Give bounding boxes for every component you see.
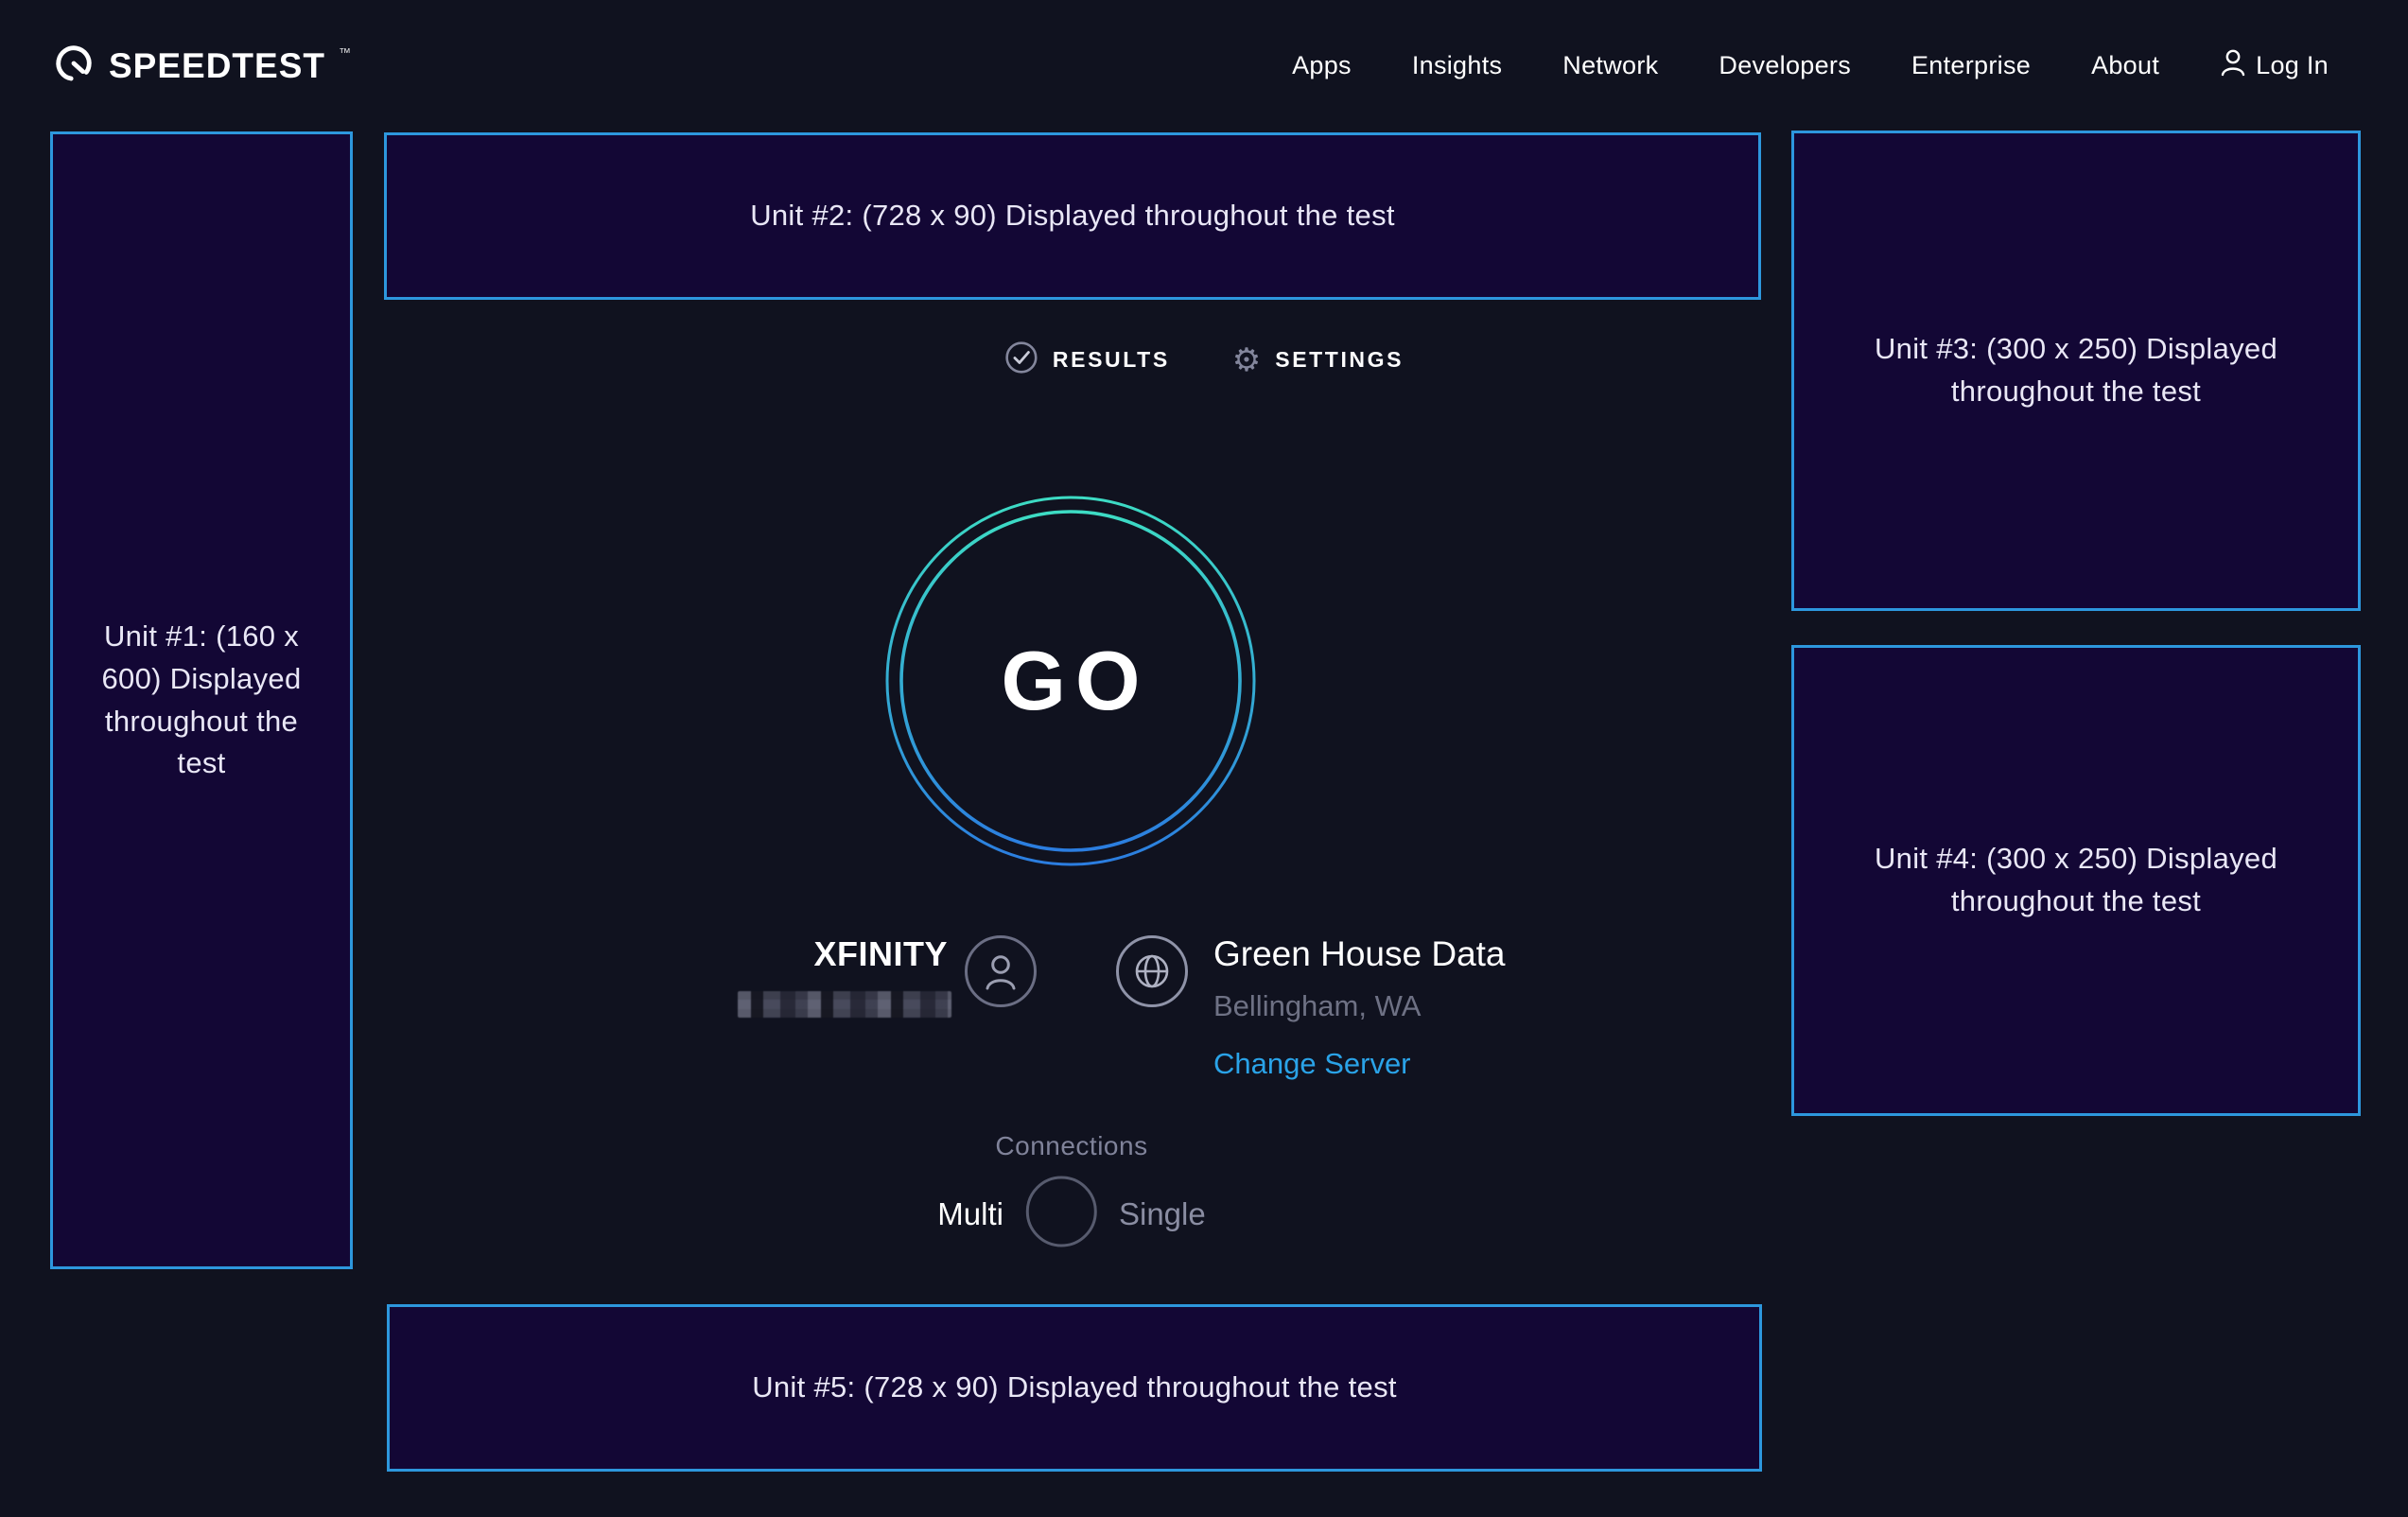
speedtest-logo[interactable]: SPEEDTEST ™ <box>52 42 351 90</box>
connections-multi-option[interactable]: Multi <box>937 1196 1003 1232</box>
connections-toggle-row: Multi Single <box>937 1175 1205 1253</box>
nav-menu: Apps Insights Network Developers Enterpr… <box>1292 47 2329 84</box>
globe-icon <box>1114 933 1190 1014</box>
check-circle-icon <box>1004 340 1038 379</box>
ad-unit-5[interactable]: Unit #5: (728 x 90) Displayed throughout… <box>387 1304 1762 1472</box>
nav-item-apps[interactable]: Apps <box>1292 51 1352 80</box>
server-location: Bellingham, WA <box>1213 989 1506 1023</box>
nav-item-about[interactable]: About <box>2091 51 2159 80</box>
login-button[interactable]: Log In <box>2220 47 2329 84</box>
connections-toggle[interactable] <box>1024 1175 1098 1253</box>
ad-unit-4[interactable]: Unit #4: (300 x 250) Displayed throughou… <box>1791 645 2361 1116</box>
masked-ip-text <box>738 991 951 1018</box>
multi-arrows-icon <box>1024 1175 1098 1248</box>
ad-unit-5-label: Unit #5: (728 x 90) Displayed throughout… <box>752 1367 1397 1409</box>
isp-user-icon <box>963 933 1038 1014</box>
nav-item-developers[interactable]: Developers <box>1719 51 1851 80</box>
tab-settings[interactable]: ⚙ SETTINGS <box>1232 340 1404 379</box>
top-nav: SPEEDTEST ™ Apps Insights Network Develo… <box>0 0 2408 131</box>
connections-title: Connections <box>0 1131 2143 1161</box>
ad-unit-2[interactable]: Unit #2: (728 x 90) Displayed throughout… <box>384 132 1761 300</box>
ad-unit-4-label: Unit #4: (300 x 250) Displayed throughou… <box>1849 838 2303 923</box>
speedtest-page: SPEEDTEST ™ Apps Insights Network Develo… <box>0 0 2408 1517</box>
view-tabs: RESULTS ⚙ SETTINGS <box>1004 340 1404 379</box>
server-info: Green House Data Bellingham, WA Change S… <box>1213 934 1506 1081</box>
nav-item-insights[interactable]: Insights <box>1412 51 1502 80</box>
server-name: Green House Data <box>1213 934 1506 974</box>
results-label: RESULTS <box>1053 347 1170 373</box>
trademark-mark: ™ <box>339 45 351 60</box>
ad-unit-3[interactable]: Unit #3: (300 x 250) Displayed throughou… <box>1791 131 2361 611</box>
ad-unit-1-label: Unit #1: (160 x 600) Displayed throughou… <box>78 616 325 786</box>
ad-unit-2-label: Unit #2: (728 x 90) Displayed throughout… <box>750 195 1395 237</box>
gear-icon: ⚙ <box>1232 344 1261 376</box>
ad-unit-1[interactable]: Unit #1: (160 x 600) Displayed throughou… <box>50 131 353 1269</box>
nav-item-network[interactable]: Network <box>1562 51 1658 80</box>
login-label: Log In <box>2256 51 2329 80</box>
tab-results[interactable]: RESULTS <box>1004 340 1170 379</box>
user-icon <box>2220 47 2246 84</box>
brand-name: SPEEDTEST <box>109 46 325 86</box>
speedometer-icon <box>52 42 96 90</box>
ad-unit-3-label: Unit #3: (300 x 250) Displayed throughou… <box>1849 328 2303 413</box>
go-label: GO <box>883 494 1258 868</box>
change-server-link[interactable]: Change Server <box>1213 1047 1506 1081</box>
isp-name: XFINITY <box>709 934 948 974</box>
settings-label: SETTINGS <box>1275 347 1404 373</box>
go-button[interactable]: GO <box>883 494 1258 868</box>
nav-item-enterprise[interactable]: Enterprise <box>1911 51 2031 80</box>
connections-single-option[interactable]: Single <box>1119 1196 1206 1232</box>
